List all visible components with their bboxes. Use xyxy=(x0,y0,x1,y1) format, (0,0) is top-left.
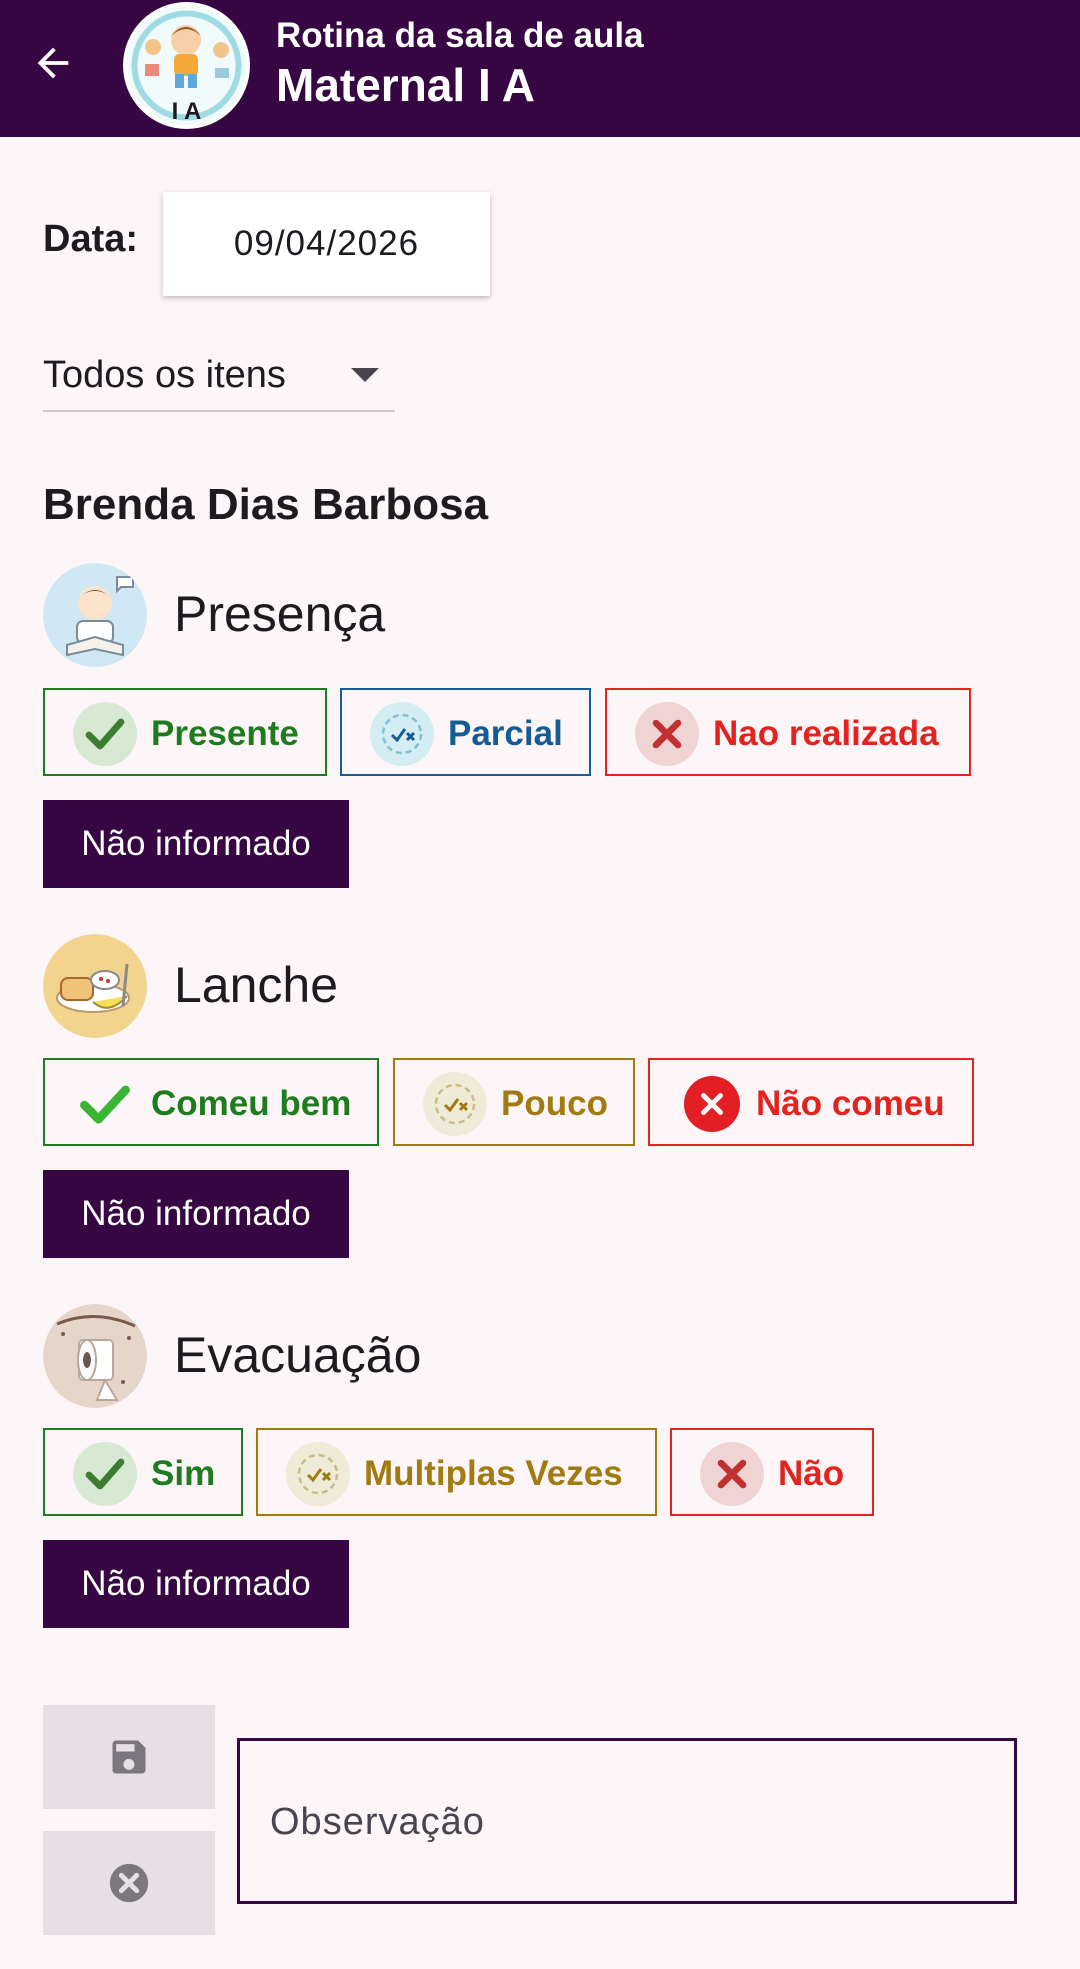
save-button[interactable] xyxy=(43,1705,215,1809)
option-comeu-bem-button[interactable]: Comeu bem xyxy=(43,1058,379,1146)
option-sim-button[interactable]: Sim xyxy=(43,1428,243,1516)
evacuacao-not-informed-button[interactable]: Não informado xyxy=(43,1540,349,1628)
option-nao-realizada-button[interactable]: Nao realizada xyxy=(605,688,971,776)
check-icon xyxy=(73,1072,137,1136)
date-picker-field[interactable]: 09/04/2026 xyxy=(163,192,490,296)
category-title-lanche: Lanche xyxy=(174,957,339,1013)
app-bar-subtitle: Rotina da sala de aula xyxy=(276,16,644,55)
option-multiplas-vezes-button[interactable]: Multiplas Vezes xyxy=(256,1428,657,1516)
student-reading-icon xyxy=(43,563,147,667)
option-nao-comeu-button[interactable]: Não comeu xyxy=(648,1058,974,1146)
cross-icon xyxy=(635,702,699,766)
check-icon xyxy=(73,702,137,766)
dropdown-caret-icon xyxy=(351,368,379,382)
option-pouco-button[interactable]: Pouco xyxy=(393,1058,635,1146)
category-title-presenca: Presença xyxy=(174,586,386,642)
option-parcial-button[interactable]: Parcial xyxy=(340,688,591,776)
observation-placeholder: Observação xyxy=(270,1801,485,1843)
lanche-not-informed-button[interactable]: Não informado xyxy=(43,1170,349,1258)
partial-icon xyxy=(370,702,434,766)
items-filter-dropdown[interactable]: Todos os itens xyxy=(43,340,395,412)
cancel-icon xyxy=(109,1863,149,1903)
save-icon xyxy=(112,1740,146,1774)
presenca-not-informed-button[interactable]: Não informado xyxy=(43,800,349,888)
arrow-back-icon xyxy=(37,47,69,79)
partial-icon xyxy=(286,1442,350,1506)
app-bar: I A Rotina da sala de aula Maternal I A xyxy=(0,0,1080,137)
observation-input[interactable]: Observação xyxy=(237,1738,1017,1904)
clear-button[interactable] xyxy=(43,1831,215,1935)
svg-text:I A: I A xyxy=(172,98,202,125)
option-presente-button[interactable]: Presente xyxy=(43,688,327,776)
back-button[interactable] xyxy=(22,32,84,94)
date-label: Data: xyxy=(43,218,139,260)
option-nao-button[interactable]: Não xyxy=(670,1428,874,1516)
cross-circle-icon xyxy=(684,1076,740,1132)
class-logo: I A xyxy=(123,2,250,129)
check-icon xyxy=(73,1442,137,1506)
app-bar-title: Maternal I A xyxy=(276,59,536,111)
category-title-evacuacao: Evacuação xyxy=(174,1327,422,1383)
toilet-paper-icon xyxy=(43,1304,147,1408)
cross-icon xyxy=(700,1442,764,1506)
filter-selected-value: Todos os itens xyxy=(43,353,286,396)
partial-icon xyxy=(423,1072,487,1136)
snack-plate-icon xyxy=(43,934,147,1038)
student-name: Brenda Dias Barbosa xyxy=(43,480,489,529)
